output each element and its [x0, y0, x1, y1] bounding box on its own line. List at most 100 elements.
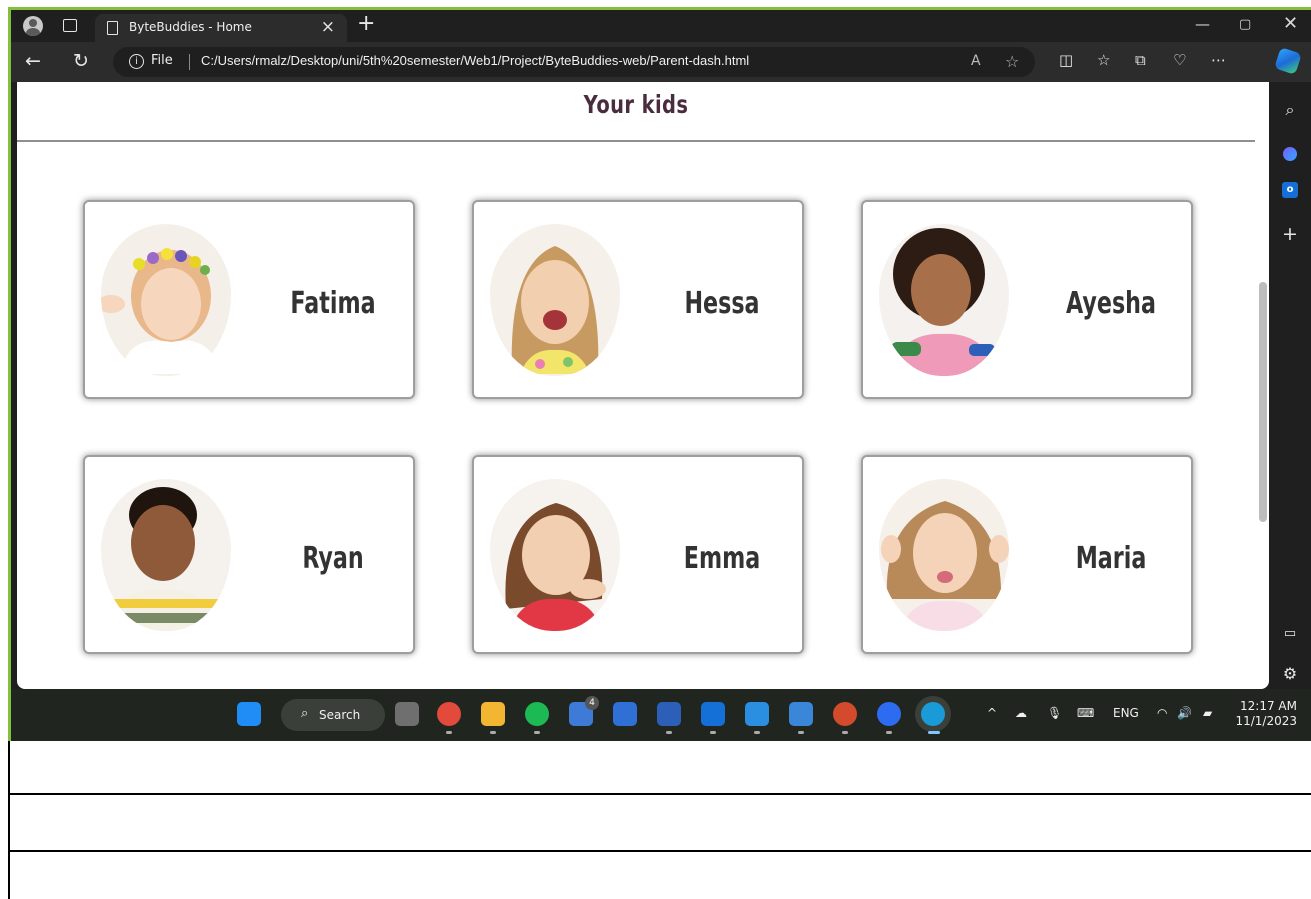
kid-name: Fatima — [290, 286, 376, 321]
close-tab-icon[interactable]: × — [321, 17, 335, 37]
add-sidebar-app-icon[interactable]: + — [1280, 224, 1300, 244]
running-indicator — [842, 731, 848, 734]
microsoft-365-icon[interactable] — [1283, 147, 1297, 161]
document-table-border — [8, 741, 10, 899]
active-indicator — [928, 731, 940, 734]
scrollbar-thumb[interactable] — [1259, 282, 1267, 522]
profile-icon[interactable] — [23, 16, 43, 36]
show-hidden-icons-icon[interactable]: ^ — [987, 706, 997, 720]
page-icon — [107, 21, 118, 35]
minimize-icon[interactable]: — — [1195, 15, 1210, 33]
chrome-icon[interactable] — [437, 702, 461, 726]
favorite-star-icon[interactable]: ☆ — [1005, 52, 1019, 71]
vscode-icon[interactable] — [745, 702, 769, 726]
clock-time: 12:17 AM — [1240, 699, 1297, 713]
running-indicator — [710, 731, 716, 734]
running-indicator — [886, 731, 892, 734]
volume-icon[interactable]: 🔊 — [1177, 706, 1192, 720]
powerpoint-icon[interactable] — [833, 702, 857, 726]
address-toolbar: ← ↻ i File C:/Users/rmalz/Desktop/uni/5t… — [11, 42, 1311, 82]
outlook-icon[interactable] — [701, 702, 725, 726]
new-tab-icon[interactable]: + — [357, 11, 375, 36]
browser-essentials-icon[interactable]: ♡ — [1173, 51, 1186, 69]
tab-strip: ByteBuddies - Home × + — ▢ ✕ — [11, 10, 1311, 42]
kid-card-ryan[interactable]: Ryan — [83, 455, 415, 654]
favorites-icon[interactable]: ☆ — [1097, 51, 1110, 69]
kid-photo — [490, 479, 620, 631]
task-view-icon[interactable] — [395, 702, 419, 726]
document-table-rule — [8, 850, 1311, 852]
running-indicator — [754, 731, 760, 734]
microphone-icon[interactable]: 🎙 — [1047, 706, 1062, 720]
back-icon[interactable]: ← — [25, 50, 41, 72]
kid-photo — [101, 479, 231, 631]
kid-photo — [879, 224, 1009, 376]
kid-card-ayesha[interactable]: Ayesha — [861, 200, 1193, 399]
outlook-icon[interactable]: o — [1282, 182, 1298, 198]
address-bar[interactable]: i File C:/Users/rmalz/Desktop/uni/5th%20… — [113, 47, 1035, 77]
page-viewport: Your kids Fatima Hessa Ayesha Ryan Emma … — [17, 82, 1269, 689]
battery-icon[interactable]: ▰ — [1203, 706, 1212, 720]
screenshot-frame: ByteBuddies - Home × + — ▢ ✕ ← ↻ i File … — [8, 7, 1311, 741]
taskbar-clock[interactable]: 12:17 AM 11/1/2023 — [1235, 699, 1297, 729]
read-aloud-icon[interactable]: A — [971, 53, 981, 69]
scheme-label: File — [151, 53, 173, 68]
notepad-icon[interactable] — [789, 702, 813, 726]
kid-photo — [879, 479, 1009, 631]
todo-icon[interactable]: 4 — [569, 696, 599, 726]
tab-bytebuddies-home[interactable]: ByteBuddies - Home × — [95, 14, 347, 42]
kid-card-emma[interactable]: Emma — [472, 455, 804, 654]
keyboard-icon[interactable]: ⌨ — [1077, 706, 1094, 720]
search-icon: ⌕ — [301, 706, 309, 721]
running-indicator — [666, 731, 672, 734]
collections-icon[interactable]: ⧉ — [1135, 51, 1146, 69]
kid-card-maria[interactable]: Maria — [861, 455, 1193, 654]
browser-window: ByteBuddies - Home × + — ▢ ✕ ← ↻ i File … — [11, 10, 1311, 689]
spotify-icon[interactable] — [525, 702, 549, 726]
kid-photo — [490, 224, 620, 376]
url-text[interactable]: C:/Users/rmalz/Desktop/uni/5th%20semeste… — [201, 53, 749, 68]
tab-actions-icon[interactable] — [63, 19, 77, 32]
taskbar-search[interactable]: ⌕ Search — [281, 699, 385, 731]
kid-name: Ryan — [302, 541, 364, 576]
kid-name: Hessa — [684, 286, 760, 321]
copilot-icon[interactable] — [1274, 47, 1302, 75]
hide-sidebar-icon[interactable]: ▭ — [1280, 624, 1300, 644]
kid-card-hessa[interactable]: Hessa — [472, 200, 804, 399]
file-explorer-icon[interactable] — [481, 702, 505, 726]
zoom-icon[interactable] — [877, 702, 901, 726]
onedrive-icon[interactable]: ☁ — [1015, 706, 1027, 720]
document-table-rule — [8, 793, 1311, 795]
wifi-icon[interactable]: ◠ — [1157, 706, 1167, 720]
running-indicator — [798, 731, 804, 734]
start-icon[interactable] — [237, 702, 261, 726]
clock-date: 11/1/2023 — [1235, 714, 1297, 728]
running-indicator — [446, 731, 452, 734]
info-icon[interactable]: i — [129, 54, 144, 69]
search-icon[interactable]: ⌕ — [1280, 100, 1300, 120]
split-screen-icon[interactable]: ◫ — [1059, 51, 1073, 69]
close-window-icon[interactable]: ✕ — [1283, 13, 1298, 34]
more-menu-icon[interactable]: ⋯ — [1211, 51, 1226, 69]
word-icon[interactable] — [657, 702, 681, 726]
running-indicator — [490, 731, 496, 734]
title-divider — [17, 140, 1255, 142]
kid-photo — [101, 224, 231, 376]
search-label: Search — [319, 708, 361, 722]
kid-name: Maria — [1075, 541, 1147, 576]
running-indicator — [534, 731, 540, 734]
sidebar-settings-icon[interactable]: ⚙ — [1280, 664, 1300, 684]
tab-title: ByteBuddies - Home — [129, 20, 252, 34]
input-language[interactable]: ENG — [1113, 706, 1139, 720]
edge-icon[interactable] — [921, 702, 945, 726]
page-title: Your kids — [583, 90, 689, 119]
kid-card-fatima[interactable]: Fatima — [83, 200, 415, 399]
calendar-icon[interactable] — [613, 702, 637, 726]
todo-badge: 4 — [585, 696, 599, 710]
refresh-icon[interactable]: ↻ — [73, 50, 89, 72]
separator — [189, 54, 190, 70]
kid-name: Ayesha — [1066, 286, 1156, 321]
restore-icon[interactable]: ▢ — [1239, 17, 1251, 32]
windows-taskbar: ⌕ Search 4 ^ ☁ 🎙 ⌨ ENG ◠ 🔊 ▰ 12:17 AM 11… — [11, 689, 1311, 741]
edge-sidebar: ⌕ o + ▭ ⚙ — [1269, 82, 1311, 689]
